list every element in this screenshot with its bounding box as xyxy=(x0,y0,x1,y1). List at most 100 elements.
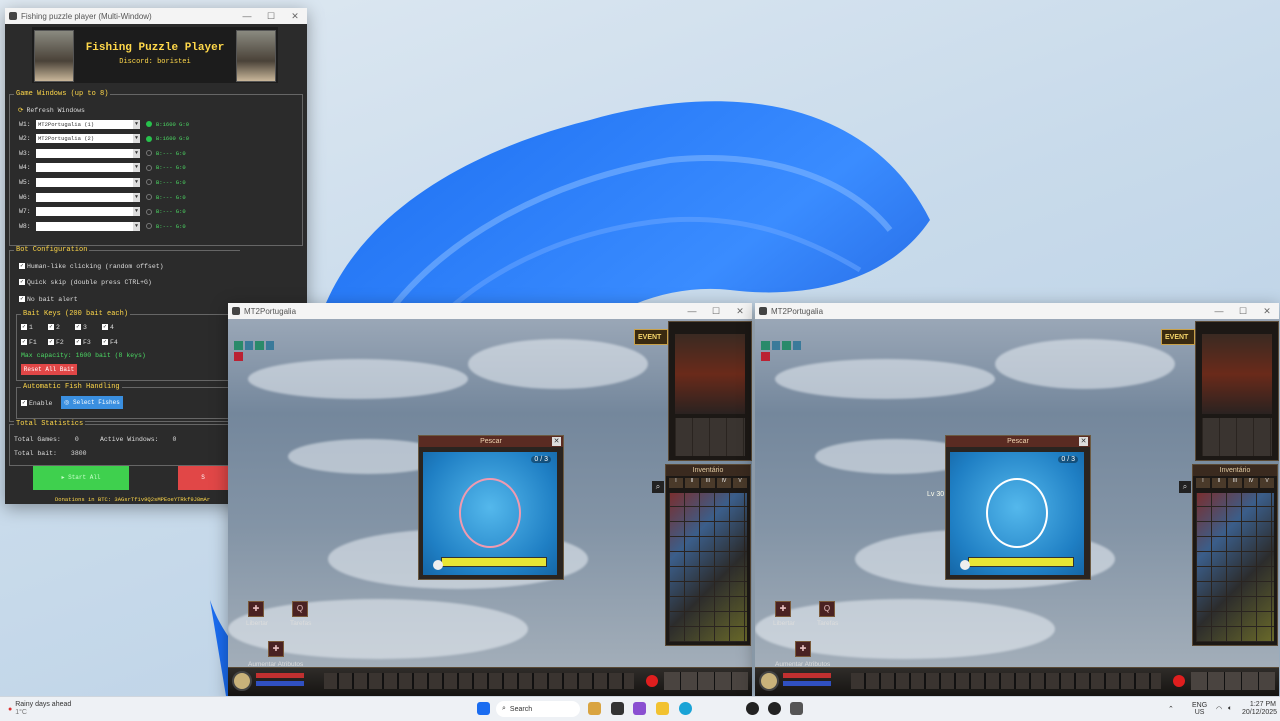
close-icon[interactable]: ✕ xyxy=(552,437,561,446)
game-titlebar[interactable]: MT2Portugalia — ☐ ✕ xyxy=(228,303,752,319)
maximize-icon[interactable]: ☐ xyxy=(259,8,283,24)
refresh-windows-button[interactable]: ⟳ Refresh Windows xyxy=(18,105,85,115)
language-indicator[interactable]: ENG US xyxy=(1192,702,1207,718)
game-window-select[interactable]: ▼ xyxy=(36,163,140,173)
window-bait-status: B:1600 G:0 xyxy=(156,135,190,143)
skill-bar[interactable] xyxy=(324,673,634,689)
minimize-icon[interactable]: — xyxy=(235,8,259,24)
maximize-icon[interactable]: ☐ xyxy=(1231,303,1255,319)
inventory-panel[interactable]: Inventário I II III IV V xyxy=(665,464,751,646)
skill-bar[interactable] xyxy=(851,673,1161,689)
aumentar-atributos-icon[interactable]: ✚ xyxy=(795,641,811,657)
bait-key-2[interactable]: ✓ 2 xyxy=(48,324,75,331)
app-pinned-icon[interactable] xyxy=(633,702,646,715)
start-menu-icon[interactable] xyxy=(477,702,490,715)
enable-option[interactable]: ✓ Enable xyxy=(21,398,52,408)
bot-config-title: Bot Configuration xyxy=(14,246,90,254)
inventory-panel[interactable]: Inventário I II III IV V xyxy=(1192,464,1278,646)
inventory-grid[interactable] xyxy=(1196,493,1274,642)
bait-key-4[interactable]: ✓ 4 xyxy=(102,324,129,331)
catch-counter: 0 / 3 xyxy=(531,456,551,463)
minimize-icon[interactable]: — xyxy=(1207,303,1231,319)
pen-tool-icon[interactable] xyxy=(790,702,803,715)
network-icon[interactable]: ◠ xyxy=(1216,701,1222,717)
close-icon[interactable]: ✕ xyxy=(1255,303,1279,319)
aumentar-atributos-icon[interactable]: ✚ xyxy=(268,641,284,657)
start-all-button[interactable]: ▸ Start All xyxy=(33,466,129,490)
game-hud[interactable] xyxy=(755,667,1279,696)
target-ring[interactable] xyxy=(459,478,521,548)
checkbox-no-bait-alert[interactable]: ✓ xyxy=(19,296,25,302)
checkbox-enable[interactable]: ✓ xyxy=(21,400,27,406)
equipment-panel[interactable] xyxy=(1195,321,1279,461)
task-view-icon[interactable] xyxy=(611,702,624,715)
tray-chevron-icon[interactable]: ⌃ xyxy=(1168,701,1174,717)
widgets-icon[interactable] xyxy=(588,702,601,715)
no-bait-alert-option[interactable]: ✓ No bait alert xyxy=(19,294,78,304)
maximize-icon[interactable]: ☐ xyxy=(704,303,728,319)
close-icon[interactable]: ✕ xyxy=(283,8,307,24)
close-icon[interactable]: ✕ xyxy=(728,303,752,319)
game-window-select[interactable]: ▼ xyxy=(36,148,140,158)
stop-all-button[interactable]: S xyxy=(178,466,228,490)
bait-key-f2[interactable]: ✓ F2 xyxy=(48,339,75,346)
event-badge[interactable]: EVENT xyxy=(1161,329,1195,345)
game-hud[interactable] xyxy=(228,667,752,696)
character-portrait[interactable] xyxy=(232,671,252,691)
target-ring[interactable] xyxy=(986,478,1048,548)
game-window-select[interactable]: ▼ xyxy=(36,221,140,231)
bait-key-f1[interactable]: ✓ F1 xyxy=(21,339,48,346)
minimize-icon[interactable]: — xyxy=(680,303,704,319)
dropdown-arrow-icon: ▼ xyxy=(133,134,140,144)
inventory-grid[interactable] xyxy=(669,493,747,642)
bait-key-f3[interactable]: ✓ F3 xyxy=(75,339,102,346)
game-window-select[interactable]: MT2Portugalia (1) ▼ xyxy=(36,119,140,129)
libertar-icon[interactable]: ✚ xyxy=(248,601,264,617)
menu-buttons[interactable] xyxy=(1191,672,1275,690)
record-icon[interactable] xyxy=(646,675,658,687)
game-viewport[interactable]: EVENT ⌕ Inventário I II III IV V Pescar ✕ 0 / 3 ✚ Li… xyxy=(228,319,752,696)
volume-icon[interactable]: 🔈︎ xyxy=(1228,701,1232,717)
bait-key-3[interactable]: ✓ 3 xyxy=(75,324,102,331)
fishing-player-titlebar[interactable]: Fishing puzzle player (Multi-Window) — ☐ ✕ xyxy=(5,8,307,24)
clock[interactable]: 1:27 PM 20/12/2025 xyxy=(1242,701,1277,717)
quick-skip-option[interactable]: ✓ Quick skip (double press CTRL+G) xyxy=(19,277,152,287)
game-window-select[interactable]: ▼ xyxy=(36,192,140,202)
equipment-panel[interactable] xyxy=(668,321,752,461)
checkbox-human-like[interactable]: ✓ xyxy=(19,263,25,269)
tarefas-icon[interactable]: Q xyxy=(292,601,308,617)
bait-key-f4[interactable]: ✓ F4 xyxy=(102,339,129,346)
edge-icon[interactable] xyxy=(679,702,692,715)
character-portrait[interactable] xyxy=(759,671,779,691)
magnifier-icon[interactable]: ⌕ xyxy=(1179,481,1191,493)
bait-keys-title: Bait Keys (200 bait each) xyxy=(21,310,131,318)
magnifier-icon[interactable]: ⌕ xyxy=(652,481,664,493)
buff-icons[interactable] xyxy=(234,327,274,363)
game-window-select[interactable]: ▼ xyxy=(36,177,140,187)
bait-key-1[interactable]: ✓ 1 xyxy=(21,324,48,331)
checkbox-quick-skip[interactable]: ✓ xyxy=(19,279,25,285)
menu-buttons[interactable] xyxy=(664,672,748,690)
record-icon[interactable] xyxy=(1173,675,1185,687)
active-windows: Active Windows: 0 xyxy=(100,435,177,443)
game-viewport[interactable]: Lv 30 EVENT ⌕ Inventário I II III IV V Pescar ✕ 0 /… xyxy=(755,319,1279,696)
file-explorer-icon[interactable] xyxy=(656,702,669,715)
weather-widget[interactable]: ● Rainy days ahead 1°C xyxy=(8,701,71,717)
select-fishes-button[interactable]: ◎ Select Fishes xyxy=(61,396,123,409)
tarefas-icon[interactable]: Q xyxy=(819,601,835,617)
taskbar-search[interactable]: ⌕ Search xyxy=(496,701,580,717)
refresh-icon: ⟳ xyxy=(18,107,24,114)
human-like-option[interactable]: ✓ Human-like clicking (random offset) xyxy=(19,261,164,271)
game-window-select[interactable]: MT2Portugalia (2) ▼ xyxy=(36,134,140,144)
game-client-icon-1[interactable] xyxy=(746,702,759,715)
reset-all-bait-button[interactable]: Reset All Bait xyxy=(21,364,77,375)
fishing-pond[interactable]: 0 / 3 xyxy=(950,452,1084,575)
close-icon[interactable]: ✕ xyxy=(1079,437,1088,446)
game-client-icon-2[interactable] xyxy=(768,702,781,715)
event-badge[interactable]: EVENT xyxy=(634,329,668,345)
game-window-select[interactable]: ▼ xyxy=(36,207,140,217)
game-titlebar[interactable]: MT2Portugalia — ☐ ✕ xyxy=(755,303,1279,319)
fishing-pond[interactable]: 0 / 3 xyxy=(423,452,557,575)
buff-icons[interactable] xyxy=(761,327,801,363)
libertar-icon[interactable]: ✚ xyxy=(775,601,791,617)
